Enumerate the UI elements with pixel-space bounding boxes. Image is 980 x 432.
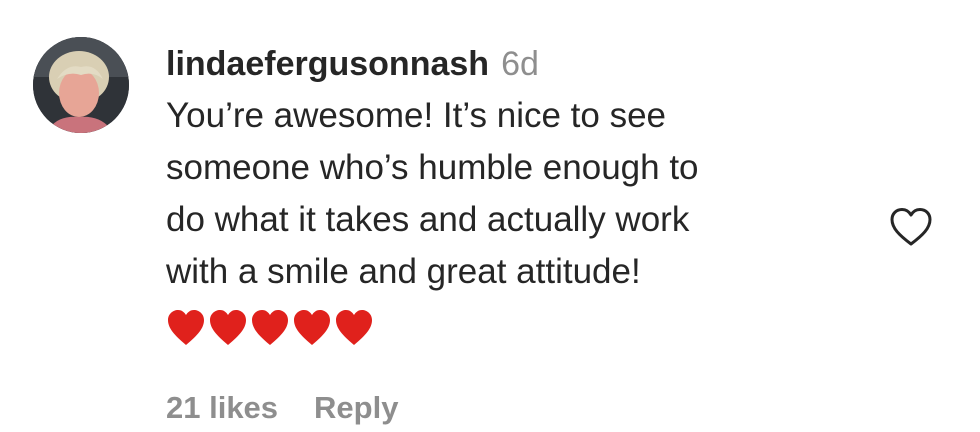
red-heart-emoji — [336, 310, 372, 345]
comment-text-line: with a smile and great attitude! — [166, 252, 641, 291]
comment-text-line: You’re awesome! It’s nice to see — [166, 96, 667, 135]
red-heart-emoji — [252, 310, 288, 345]
comment-text-line: someone who’s humble enough to — [166, 148, 699, 187]
red-heart-emoji — [294, 310, 330, 345]
red-heart-emoji — [210, 310, 246, 345]
timestamp[interactable]: 6d — [501, 45, 539, 83]
reply-button[interactable]: Reply — [314, 390, 398, 425]
comment-header: lindaefergusonnash 6d — [166, 38, 856, 90]
avatar[interactable] — [33, 37, 129, 133]
heart-outline-icon — [890, 208, 932, 246]
username-link[interactable]: lindaefergusonnash — [166, 45, 489, 83]
likes-count-button[interactable]: 21 likes — [166, 390, 278, 425]
emoji-hearts — [166, 308, 856, 348]
comment: lindaefergusonnash 6d You’re awesome! It’… — [0, 0, 980, 432]
comment-text-line: do what it takes and actually work — [166, 200, 690, 239]
comment-body: lindaefergusonnash 6d You’re awesome! It’… — [166, 38, 856, 348]
comment-actions: 21 likes Reply — [166, 386, 398, 430]
red-heart-emoji — [168, 310, 204, 345]
like-button[interactable] — [888, 206, 934, 248]
